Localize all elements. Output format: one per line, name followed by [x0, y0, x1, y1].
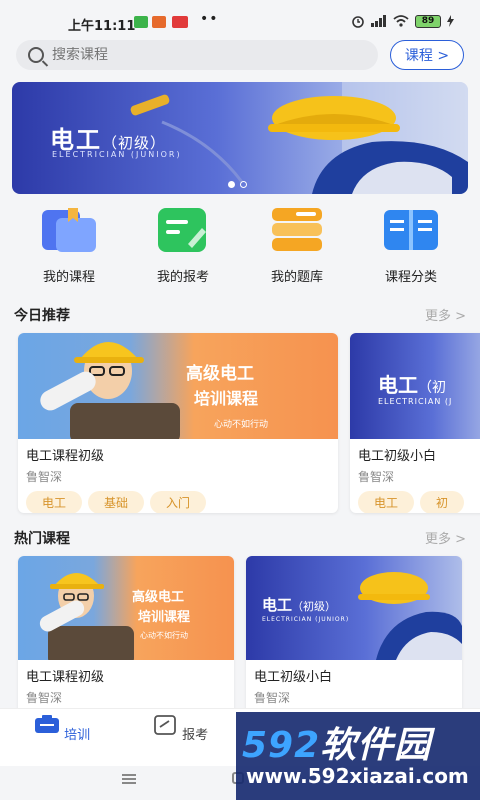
watermark-logo: 592软件园 www.592xiazai.com [236, 712, 480, 800]
tab-training-label: 培训 [64, 728, 91, 743]
card-banner-subtitle: ELECTRICIAN (J [378, 397, 453, 406]
status-bar: 上午11:11 •• 89 [0, 0, 480, 40]
course-title: 电工课程初级 [26, 670, 105, 685]
wifi-icon [393, 15, 409, 27]
hot-card-1[interactable]: 高级电工 培训课程 心动不如行动 电工课程初级 鲁智深 [18, 556, 234, 716]
card-banner-title: 电工（初 [378, 373, 446, 397]
course-tag: 基础 [88, 491, 145, 513]
menu-icon[interactable] [122, 774, 136, 784]
promo-subtitle: 心动不如行动 [214, 420, 269, 430]
promo-subtitle: 心动不如行动 [140, 631, 188, 640]
tab-training[interactable]: 培训 [22, 715, 102, 743]
promo-title-2: 培训课程 [138, 610, 191, 625]
banner-subtitle: ELECTRICIAN (JUNIOR) [52, 150, 182, 159]
course-book-icon [42, 208, 96, 252]
signal-icon [371, 15, 386, 27]
carousel-dots [228, 181, 247, 188]
hot-card-1-image: 高级电工 培训课程 心动不如行动 [18, 556, 234, 660]
course-tag: 电工 [26, 491, 83, 513]
today-more-link[interactable]: 更多 > [425, 305, 466, 324]
promo-title-2: 培训课程 [194, 389, 259, 408]
watermark-brand: 592软件园 [242, 725, 432, 766]
worker-illustration [39, 573, 134, 660]
exam-icon [154, 715, 176, 735]
more-notifications-icon: •• [200, 11, 219, 27]
status-time: 上午11:11 [68, 19, 136, 34]
app-notification-icon [152, 16, 166, 28]
course-title: 电工初级小白 [358, 449, 437, 464]
promo-title-1: 高级电工 [132, 590, 185, 605]
course-author: 鲁智深 [358, 470, 395, 484]
hot-card-2[interactable]: 电工（初级） ELECTRICIAN (JUNIOR) 电工初级小白 鲁智深 [246, 556, 462, 716]
course-tag: 初 [420, 491, 465, 513]
wechat-notification-icon [134, 16, 148, 28]
course-tags: 电工 初 [350, 487, 480, 513]
exam-register-icon [158, 208, 206, 252]
today-card-2-image: 电工（初 ELECTRICIAN (J [350, 333, 480, 439]
charging-icon [447, 15, 454, 27]
search-icon [28, 47, 44, 63]
red-app-notification-icon [172, 16, 188, 28]
promo-title-1: 高级电工 [186, 364, 254, 384]
carousel-dot[interactable] [240, 181, 247, 188]
status-right-group: 89 [351, 14, 454, 28]
battery-indicator: 89 [415, 14, 441, 28]
watermark-url: www.592xiazai.com [246, 764, 469, 788]
hot-title: 热门课程 [14, 531, 70, 547]
course-title: 电工初级小白 [254, 670, 333, 685]
question-bank-icon [272, 208, 322, 251]
category-book-icon [384, 210, 438, 250]
course-tag: 入门 [150, 491, 207, 513]
course-button[interactable]: 课程 > [390, 40, 464, 70]
alarm-icon [352, 16, 364, 28]
today-card-1[interactable]: 高级电工 培训课程 心动不如行动 电工课程初级 鲁智深 电工 基础 入门 [18, 333, 338, 513]
training-icon [34, 715, 59, 733]
carousel-dot-active[interactable] [228, 181, 235, 188]
card-banner-subtitle: ELECTRICIAN (JUNIOR) [262, 616, 350, 623]
course-author: 鲁智深 [254, 691, 291, 705]
quick-categories[interactable]: 课程分类 [354, 206, 468, 285]
search-bar[interactable] [16, 40, 378, 70]
quick-my-courses[interactable]: 我的课程 [12, 206, 126, 285]
course-title: 电工课程初级 [26, 449, 105, 464]
course-author: 鲁智深 [26, 691, 63, 705]
worker-illustration [40, 342, 180, 439]
today-title: 今日推荐 [14, 308, 70, 324]
today-card-1-image: 高级电工 培训课程 心动不如行动 [18, 333, 338, 439]
search-input[interactable] [52, 47, 352, 63]
hot-more-link[interactable]: 更多 > [425, 528, 466, 547]
quick-my-exams[interactable]: 我的报考 [126, 206, 240, 285]
quick-links: 我的课程 我的报考 我的题库 课程分类 [0, 206, 480, 285]
course-tag: 电工 [358, 491, 415, 513]
today-section-header: 今日推荐 更多 > [0, 305, 480, 331]
hot-card-2-image: 电工（初级） ELECTRICIAN (JUNIOR) [246, 556, 462, 660]
banner-carousel[interactable]: 电工（初级） ELECTRICIAN (JUNIOR) [12, 82, 468, 194]
course-tags: 电工 基础 入门 [18, 487, 338, 513]
today-card-2[interactable]: 电工（初 ELECTRICIAN (J 电工初级小白 鲁智深 电工 初 [350, 333, 480, 513]
hot-section-header: 热门课程 更多 > [0, 528, 480, 554]
course-author: 鲁智深 [26, 470, 63, 484]
tab-exam[interactable]: 报考 [140, 715, 220, 743]
tab-exam-label: 报考 [182, 728, 209, 743]
card-banner-title: 电工（初级） [262, 596, 337, 614]
quick-my-questions[interactable]: 我的题库 [240, 206, 354, 285]
